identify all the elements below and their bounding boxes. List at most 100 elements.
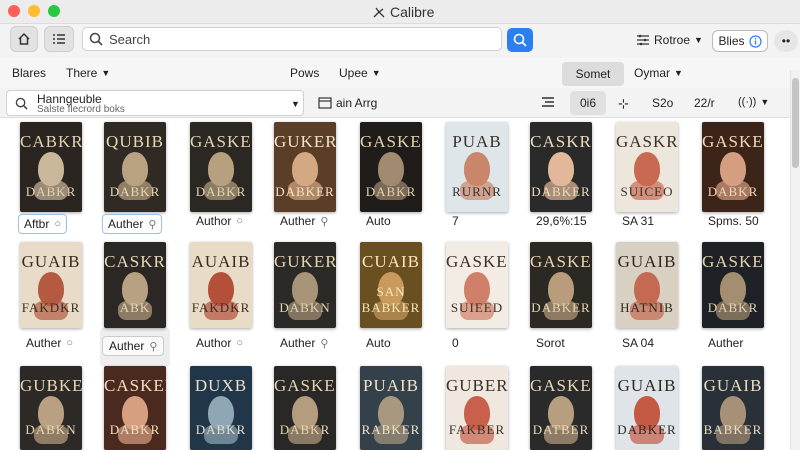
there-label: There <box>66 66 98 80</box>
oymar-dropdown[interactable]: Oymar ▼ <box>634 66 683 80</box>
book-cover[interactable]: CASKR DABKER <box>530 122 592 212</box>
book-author-label[interactable]: Auto <box>366 214 391 228</box>
library-subtitle: Salste flecrord boks <box>37 104 125 115</box>
book-cover[interactable]: GUKER DABKN <box>274 242 336 328</box>
book-author-label[interactable]: Aftbr ○ <box>18 214 67 234</box>
oymar-label: Oymar <box>634 66 670 80</box>
book-author-label[interactable]: 0 <box>452 336 459 350</box>
book-cover[interactable]: GASKR SUICEO <box>616 122 678 212</box>
rotree-dropdown[interactable]: Rotroe ▼ <box>636 33 703 47</box>
ratio-label: 22/r <box>694 96 715 110</box>
minimize-window-button[interactable] <box>28 5 40 17</box>
book-cover[interactable]: GUAIB DABKER <box>616 366 678 450</box>
book-author-label[interactable]: 7 <box>452 214 459 228</box>
chevron-down-icon: ▼ <box>674 68 683 78</box>
book-cover-title: QUBIB <box>106 132 164 151</box>
book-cover-title: GASKER <box>702 252 764 271</box>
book-cover[interactable]: CABKR DABKR <box>20 122 82 212</box>
adjust-button[interactable]: ⊹ <box>618 96 629 112</box>
book-cover[interactable]: CASKER DABKR <box>104 366 166 450</box>
book-author-label[interactable]: Auther ⚲ <box>102 214 163 234</box>
book-cover[interactable]: GUAIB FAKDKR <box>20 242 82 328</box>
upee-dropdown[interactable]: Upee ▼ <box>339 66 381 80</box>
pows-tab[interactable]: Pows <box>290 66 319 80</box>
book-author-label[interactable]: Auther ○ <box>26 336 73 350</box>
list-view-button[interactable] <box>44 26 74 52</box>
book-author-label[interactable]: Author ○ <box>196 336 243 350</box>
broadcast-icon: ((·)) <box>738 96 757 108</box>
search-icon <box>15 97 28 110</box>
align-button[interactable] <box>541 96 555 108</box>
more-options-button[interactable]: •• <box>774 30 798 52</box>
size-button[interactable]: S2o <box>652 96 673 110</box>
search-input[interactable]: Search <box>82 27 502 51</box>
book-cover[interactable]: PUAB RURNR <box>446 122 508 212</box>
search-icon: ⚲ <box>320 215 329 228</box>
book-cover-subtitle: ABK <box>119 300 151 315</box>
book-cover-subtitle: RURNR <box>452 184 502 199</box>
book-cover[interactable]: DUXB DABKR <box>190 366 252 450</box>
pows-label: Pows <box>290 66 320 80</box>
ratio-button[interactable]: 22/r <box>694 96 715 110</box>
book-author-text: Auther <box>26 336 62 350</box>
book-cover[interactable]: GASKER DABKR <box>702 242 764 328</box>
search-icon: ⚲ <box>148 218 157 231</box>
vertical-scrollbar[interactable] <box>790 70 800 450</box>
book-cover[interactable]: GUAIB HATNIB <box>616 242 678 328</box>
book-cover-subtitle: DABKR <box>109 422 161 437</box>
book-cover[interactable]: GASKER DABKR <box>702 122 764 212</box>
book-author-label[interactable]: Auther ⚲ <box>102 336 165 356</box>
window-title: Calibre <box>372 4 434 20</box>
library-selector[interactable]: Hanngeuble Salste flecrord boks ▼ <box>6 90 304 116</box>
book-cover[interactable]: GASKER DABKR <box>190 122 252 212</box>
book-author-label[interactable]: Author ○ <box>196 214 243 228</box>
book-cover[interactable]: CASKR ABK <box>104 242 166 328</box>
close-window-button[interactable] <box>8 5 20 17</box>
book-author-text: SA 04 <box>622 336 655 350</box>
book-author-label[interactable]: SA 31 <box>622 214 654 228</box>
book-cover[interactable]: GASKER DABKR <box>274 366 336 450</box>
book-author-label[interactable]: 29,6%:15 <box>536 214 587 228</box>
scrollbar-thumb[interactable] <box>792 78 799 168</box>
book-cover-subtitle: DABKR <box>279 422 331 437</box>
ain-arrg-button[interactable]: ain Arrg <box>318 96 377 110</box>
book-cover[interactable]: GUKER DABKER <box>274 122 336 212</box>
book-author-label[interactable]: Auther <box>708 336 743 350</box>
book-author-label[interactable]: Spms. 50 <box>708 214 759 228</box>
filter-bar: Blares There ▼ Pows Upee ▼ Somet Oymar ▼ <box>0 58 800 88</box>
book-cover[interactable]: CUAIB SAN BABKER <box>360 242 422 328</box>
book-author-label[interactable]: Auther ⚲ <box>280 336 328 350</box>
book-cover-subtitle: HATNIB <box>620 300 674 315</box>
book-author-label[interactable]: Auto <box>366 336 391 350</box>
book-author-text: Auto <box>366 214 391 228</box>
book-cover-subtitle: DABKR <box>195 184 247 199</box>
book-cover[interactable]: GUBER FAKBER <box>446 366 508 450</box>
ain-arrg-label: ain Arrg <box>336 96 378 110</box>
blies-button[interactable]: Blies <box>712 30 768 52</box>
there-dropdown[interactable]: There ▼ <box>66 66 110 80</box>
book-cover[interactable]: QUBIB DABKR <box>104 122 166 212</box>
book-cover[interactable]: PUAIB RABKER <box>360 366 422 450</box>
zoom-window-button[interactable] <box>48 5 60 17</box>
book-cover-subtitle: DABKR <box>195 422 247 437</box>
search-go-button[interactable] <box>507 28 533 52</box>
adjust-icon: ⊹ <box>618 96 629 111</box>
book-cover[interactable]: GASKER DATBER <box>530 366 592 450</box>
book-author-text: Auther <box>280 214 316 228</box>
book-cover[interactable]: GASKER SUIEED <box>446 242 508 328</box>
book-cover[interactable]: GASKER DABKR <box>360 122 422 212</box>
book-author-label[interactable]: Auther ⚲ <box>280 214 328 228</box>
broadcast-dropdown[interactable]: ((·)) ▼ <box>738 96 769 108</box>
book-cover[interactable]: GUBKER DABKN <box>20 366 82 450</box>
count-button[interactable]: 0i6 <box>570 91 606 115</box>
book-cover[interactable]: GASKER DABKER <box>530 242 592 328</box>
book-author-label[interactable]: Sorot <box>536 336 565 350</box>
blares-tab[interactable]: Blares <box>12 66 46 80</box>
book-cover-title: AUAIB <box>191 252 251 271</box>
sort-button[interactable]: Somet <box>562 62 624 86</box>
book-cover[interactable]: GUAIB BABKER <box>702 366 764 450</box>
book-cover-title: GUAIB <box>21 252 81 271</box>
book-cover[interactable]: AUAIB FAKDKR <box>190 242 252 328</box>
book-author-label[interactable]: SA 04 <box>622 336 654 350</box>
home-button[interactable] <box>10 26 38 52</box>
